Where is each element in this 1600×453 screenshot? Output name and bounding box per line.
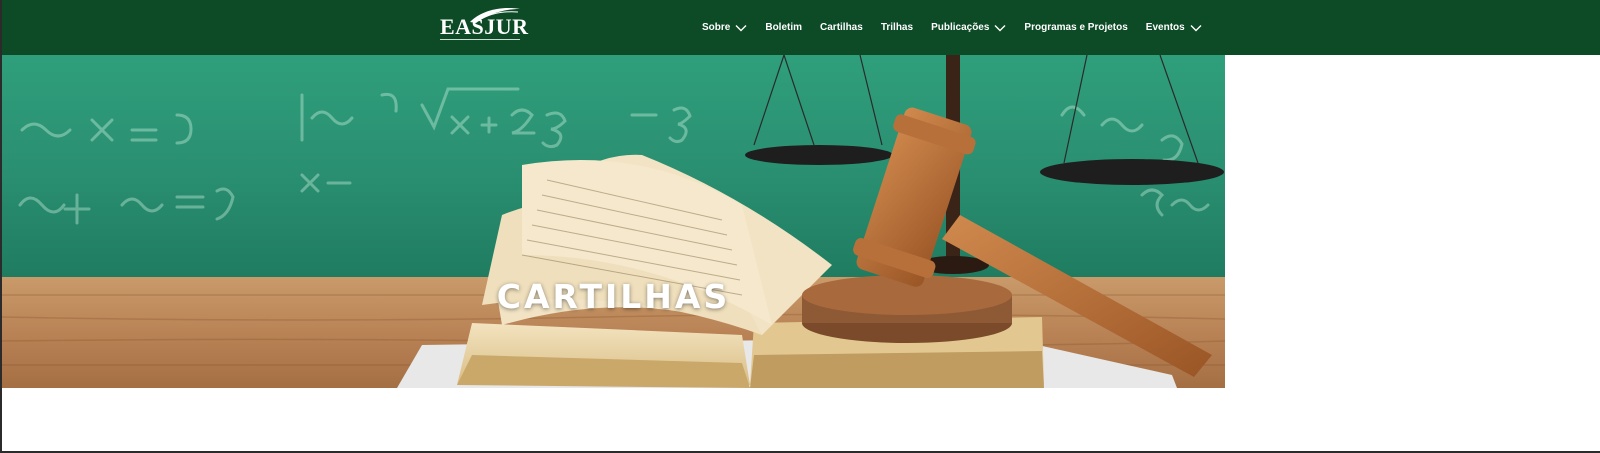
chevron-down-icon	[735, 24, 747, 31]
nav-item-eventos[interactable]: Eventos	[1146, 22, 1202, 33]
page-title: CARTILHAS	[496, 277, 731, 316]
logo-wordmark: EASJUR	[440, 14, 529, 39]
hero-background-image	[2, 55, 1225, 388]
nav-item-label: Cartilhas	[820, 22, 863, 33]
nav-item-trilhas[interactable]: Trilhas	[881, 22, 913, 33]
nav-item-label: Sobre	[702, 22, 731, 33]
site-logo[interactable]: EASJUR	[438, 6, 528, 48]
nav-item-label: Eventos	[1145, 22, 1185, 33]
nav-item-publicacoes[interactable]: Publicações	[931, 22, 1006, 33]
nav-item-programas-e-projetos[interactable]: Programas e Projetos	[1024, 22, 1127, 33]
nav-item-label: Boletim	[765, 22, 803, 33]
nav-item-cartilhas[interactable]: Cartilhas	[820, 22, 863, 33]
chevron-down-icon	[1190, 24, 1202, 31]
logo-tagline-rule	[440, 39, 520, 43]
nav-item-label: Publicações	[931, 22, 990, 33]
nav-item-boletim[interactable]: Boletim	[765, 22, 802, 33]
nav-item-sobre[interactable]: Sobre	[702, 22, 747, 33]
nav-item-label: Trilhas	[880, 22, 914, 33]
main-navigation: Sobre Boletim Cartilhas Trilhas Publicaç…	[702, 0, 1202, 55]
chevron-down-icon	[994, 24, 1006, 31]
hero-banner: CARTILHAS	[2, 55, 1225, 388]
site-header: EASJUR Sobre Boletim Cartilhas Trilhas P…	[2, 0, 1600, 55]
nav-item-label: Programas e Projetos	[1024, 22, 1128, 33]
